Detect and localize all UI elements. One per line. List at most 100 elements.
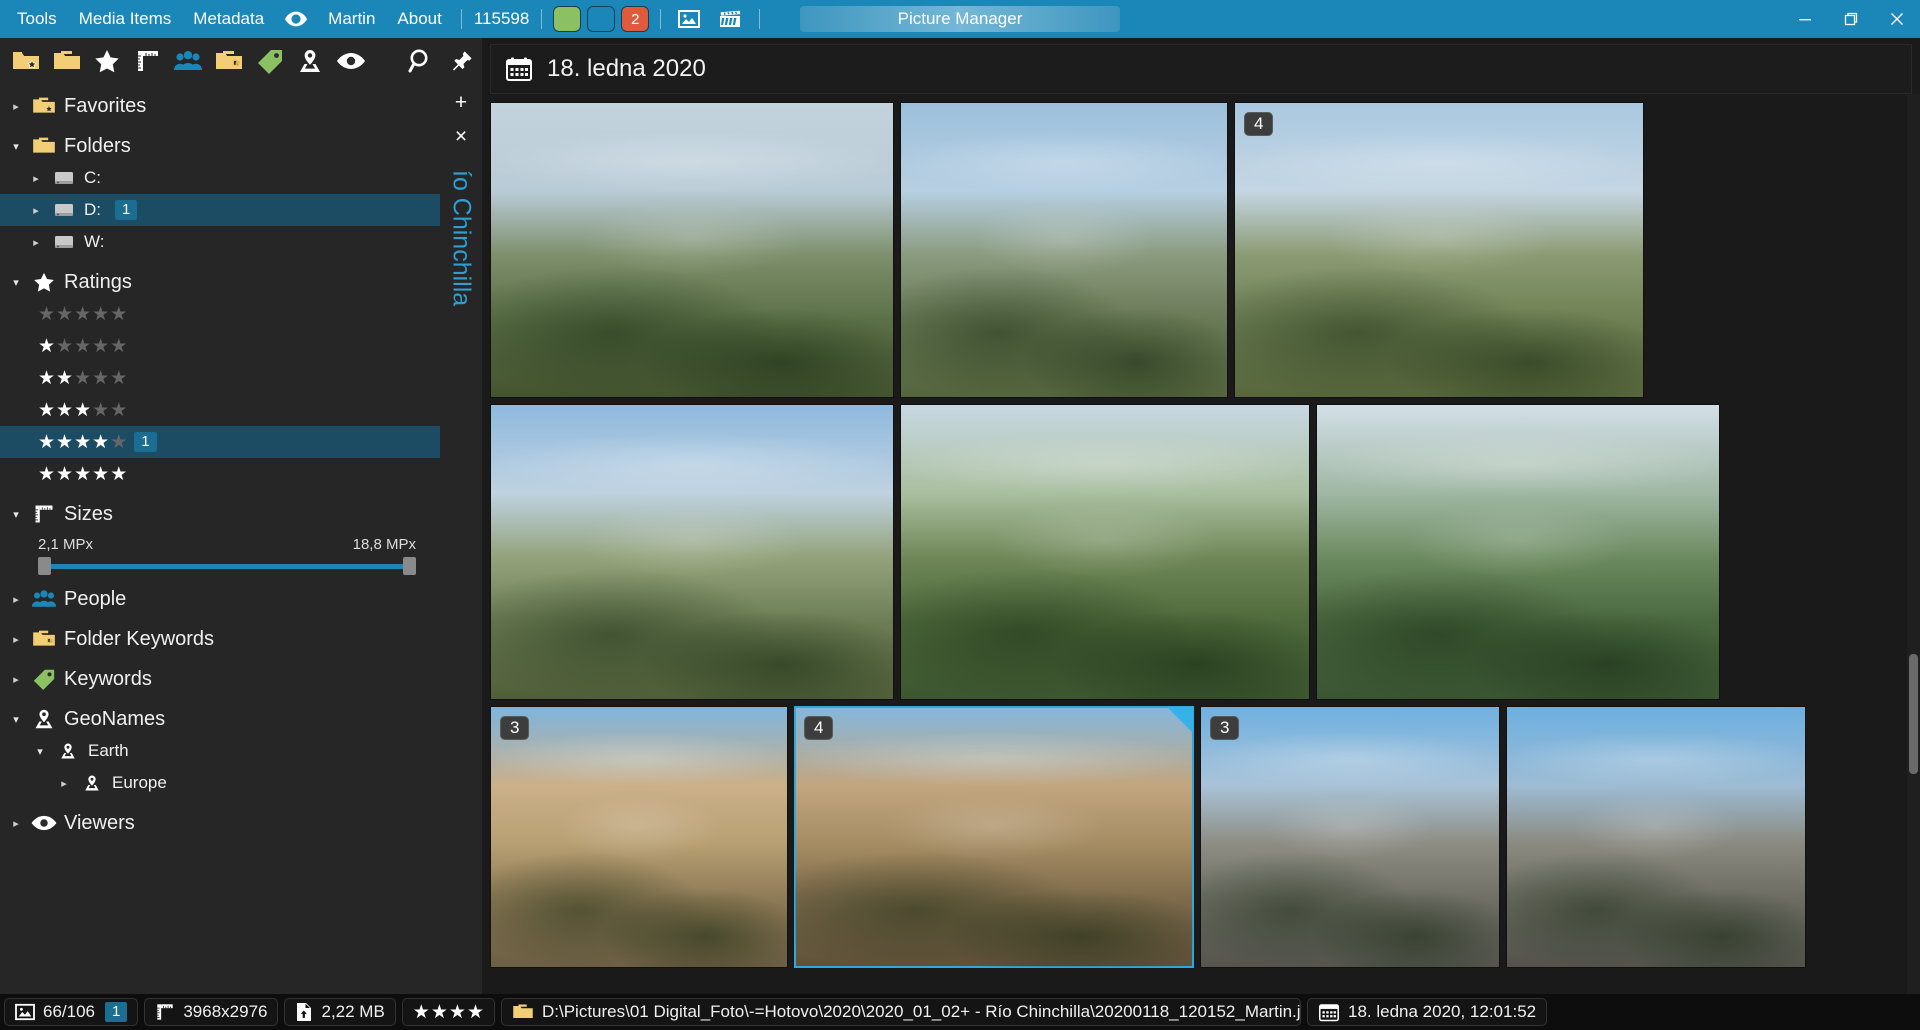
rating-filter-3[interactable]: ★★★★★ (0, 394, 440, 426)
eye-icon[interactable] (275, 9, 317, 29)
pin-icon[interactable] (441, 40, 482, 82)
ruler-icon[interactable] (128, 40, 169, 82)
thumbnail-image (491, 103, 893, 397)
close-button[interactable] (1874, 0, 1920, 38)
folder-keywords-icon[interactable] (209, 40, 250, 82)
thumbnail[interactable]: 4 (794, 706, 1194, 968)
video-clapperboard-icon[interactable] (709, 9, 751, 29)
thumbnail[interactable] (490, 404, 894, 700)
rating-filter-0[interactable]: ★★★★★ (0, 298, 440, 330)
search-icon[interactable] (401, 40, 442, 82)
image-icon[interactable] (669, 9, 709, 29)
thumbnail[interactable] (490, 102, 894, 398)
chevron-right-icon[interactable]: ▸ (28, 172, 44, 185)
sizes-range-slider[interactable] (38, 557, 416, 575)
menu-divider (461, 9, 462, 29)
rating-filter-5[interactable]: ★★★★★ (0, 458, 440, 490)
grid-scrollbar-thumb[interactable] (1909, 654, 1918, 774)
thumbnail[interactable]: 3 (1200, 706, 1500, 968)
image-icon (15, 1003, 35, 1021)
sidebar-item-people[interactable]: ▸ People (0, 583, 440, 615)
chevron-down-icon[interactable]: ▾ (8, 508, 24, 521)
rating-filter-2[interactable]: ★★★★★ (0, 362, 440, 394)
geoname-pin-icon (58, 742, 79, 760)
tag-icon[interactable] (249, 40, 290, 82)
filter-red-button[interactable]: 2 (621, 6, 649, 32)
menu-metadata[interactable]: Metadata (182, 5, 275, 33)
sidebar-item-sizes[interactable]: ▾ Sizes (0, 498, 440, 530)
chevron-down-icon[interactable]: ▾ (8, 140, 24, 153)
sidebar-item-drive-d[interactable]: ▸ D: 1 (0, 194, 440, 226)
thumbnail-image (1317, 405, 1719, 699)
star-icon: ★ (92, 433, 109, 452)
sidebar-item-folder-keywords[interactable]: ▸Folder Keywords (0, 623, 440, 655)
star-icon: ★ (56, 369, 73, 388)
chevron-down-icon[interactable]: ▾ (8, 713, 24, 726)
content-area: 18. ledna 2020 4343 (482, 38, 1920, 994)
sidebar-item-ratings[interactable]: ▾ Ratings (0, 266, 440, 298)
restore-button[interactable] (1828, 0, 1874, 38)
chevron-down-icon[interactable]: ▾ (8, 276, 24, 289)
minimize-button[interactable] (1782, 0, 1828, 38)
chevron-right-icon[interactable]: ▸ (28, 204, 44, 217)
chevron-right-icon[interactable]: ▸ (8, 817, 24, 830)
menu-tools[interactable]: Tools (6, 5, 68, 33)
thumbnail-image (901, 405, 1309, 699)
sidebar-item-viewers[interactable]: ▸Viewers (0, 807, 440, 839)
menu-about[interactable]: About (386, 5, 452, 33)
chevron-right-icon[interactable]: ▸ (56, 777, 72, 790)
chevron-right-icon[interactable]: ▸ (28, 236, 44, 249)
chevron-right-icon[interactable]: ▸ (8, 673, 24, 686)
thumbnail[interactable] (900, 404, 1310, 700)
folder-favorite-icon[interactable] (6, 40, 47, 82)
geoname-pin-icon[interactable] (290, 40, 331, 82)
menu-divider-3 (660, 9, 661, 29)
grid-scrollbar[interactable] (1907, 94, 1920, 994)
thumbnail-rating-badge: 4 (804, 716, 833, 740)
filter-green-button[interactable] (553, 6, 581, 32)
folder-icon[interactable] (47, 40, 88, 82)
chevron-right-icon[interactable]: ▸ (8, 633, 24, 646)
sidebar-item-earth[interactable]: ▾ Earth (0, 735, 440, 767)
star-icon: ★ (74, 465, 91, 484)
thumbnail-image (795, 707, 1193, 967)
add-filter-button[interactable]: + (448, 90, 474, 114)
sidebar-item-folders[interactable]: ▾ Folders (0, 130, 440, 162)
slider-handle-max[interactable] (403, 557, 416, 575)
thumbnail[interactable]: 3 (490, 706, 788, 968)
sidebar-item-europe[interactable]: ▸Europe (0, 767, 440, 799)
star-icon[interactable] (87, 40, 128, 82)
sidebar-bottom-nodes: ▸ People ▸Folder Keywords ▸Keywords ▾GeoName… (0, 583, 440, 839)
sidebar-item-geonames[interactable]: ▾GeoNames (0, 703, 440, 735)
rating-stars: ★★★★★ (38, 433, 127, 452)
rating-filter-4[interactable]: ★★★★★1 (0, 426, 440, 458)
chevron-down-icon[interactable]: ▾ (32, 745, 48, 758)
people-icon[interactable] (168, 40, 209, 82)
sidebar-item-keywords[interactable]: ▸Keywords (0, 663, 440, 695)
rating-filter-1[interactable]: ★★★★★ (0, 330, 440, 362)
menu-user[interactable]: Martin (317, 5, 386, 33)
thumbnail[interactable] (1316, 404, 1720, 700)
sidebar-item-favorites[interactable]: ▸ Favorites (0, 90, 440, 122)
rating-stars: ★★★★★ (38, 465, 127, 484)
slider-handle-min[interactable] (38, 557, 51, 575)
menu-media-items[interactable]: Media Items (68, 5, 183, 33)
chevron-right-icon[interactable]: ▸ (8, 100, 24, 113)
star-icon: ★ (74, 401, 91, 420)
sidebar-item-label: People (64, 588, 126, 611)
eye-icon[interactable] (330, 40, 371, 82)
thumbnail[interactable] (900, 102, 1228, 398)
thumbnail[interactable]: 4 (1234, 102, 1644, 398)
star-icon: ★ (38, 369, 55, 388)
star-icon: ★ (449, 1003, 466, 1022)
sidebar-item-drive-w[interactable]: ▸ W: (0, 226, 440, 258)
close-filter-button[interactable]: × (448, 124, 474, 148)
sidebar-item-drive-c[interactable]: ▸ C: (0, 162, 440, 194)
group-header[interactable]: 18. ledna 2020 (490, 44, 1912, 94)
thumbnail-grid[interactable]: 4343 (482, 94, 1920, 994)
star-icon: ★ (110, 465, 127, 484)
chevron-right-icon[interactable]: ▸ (8, 593, 24, 606)
filter-blue-button[interactable] (587, 6, 615, 32)
sidebar-item-label: Earth (88, 741, 129, 761)
thumbnail[interactable] (1506, 706, 1806, 968)
